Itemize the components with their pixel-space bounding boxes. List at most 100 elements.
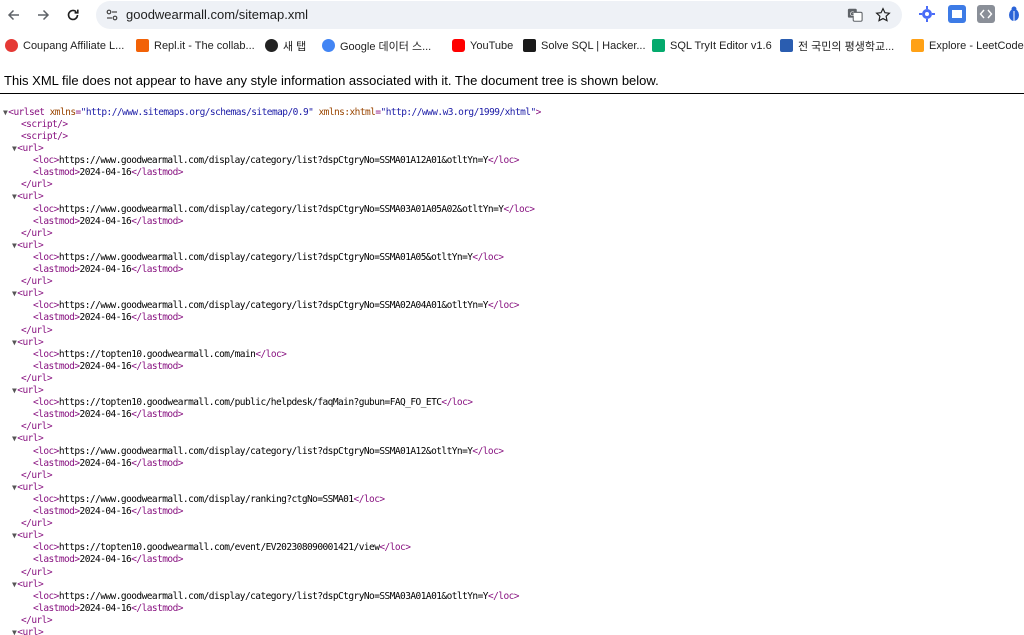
- loc-value: https://www.goodwearmall.com/display/cat…: [58, 590, 489, 602]
- bookmark-replit[interactable]: Repl.it - The collab...: [136, 37, 255, 54]
- bookmark-sql-tryit[interactable]: SQL TryIt Editor v1.6: [652, 37, 772, 54]
- xml-script-line: <script/>: [21, 131, 68, 142]
- collapse-triangle-icon[interactable]: ▼: [12, 434, 17, 443]
- xml-style-notice: This XML file does not appear to have an…: [4, 73, 659, 88]
- loc-value: https://www.goodwearmall.com/display/cat…: [58, 445, 473, 457]
- xml-lastmod-line: <lastmod>2024-04-16</lastmod>: [33, 409, 183, 421]
- collapse-triangle-icon[interactable]: ▼: [12, 628, 17, 635]
- xml-url-close-line: </url>: [21, 469, 53, 481]
- xml-url-close-line: </url>: [21, 614, 53, 626]
- xml-lastmod-line: <lastmod>2024-04-16</lastmod>: [33, 264, 183, 275]
- loc-value: https://topten10.goodwearmall.com/main: [58, 348, 256, 360]
- google-data-icon: [322, 39, 335, 52]
- collapse-triangle-icon[interactable]: ▼: [12, 580, 17, 589]
- xml-url-open-line[interactable]: ▼<url>: [12, 627, 44, 635]
- xml-lastmod-line: <lastmod>2024-04-16</lastmod>: [33, 506, 183, 517]
- school-icon: [780, 39, 793, 52]
- xml-loc-line: <loc>https://www.goodwearmall.com/displa…: [33, 155, 520, 167]
- xml-url-open-line[interactable]: ▼<url>: [12, 191, 44, 203]
- loc-value: https://topten10.goodwearmall.com/public…: [58, 397, 442, 409]
- xml-lastmod-line: <lastmod>2024-04-16</lastmod>: [33, 554, 183, 566]
- xml-url-open-line[interactable]: ▼<url>: [12, 579, 44, 591]
- arrow-right-icon: [38, 9, 50, 21]
- collapse-triangle-icon[interactable]: ▼: [12, 144, 17, 153]
- xml-url-open-line[interactable]: ▼<url>: [12, 288, 44, 300]
- back-button[interactable]: [2, 3, 26, 27]
- xml-url-open-line[interactable]: ▼<url>: [12, 337, 44, 349]
- loc-value: https://www.goodwearmall.com/display/cat…: [58, 251, 473, 263]
- bookmark-hackerrank[interactable]: Solve SQL | Hacker...: [523, 37, 646, 54]
- collapse-triangle-icon[interactable]: ▼: [3, 108, 8, 117]
- loc-value: https://www.goodwearmall.com/display/ran…: [58, 493, 354, 505]
- coupang-icon: [5, 39, 18, 52]
- xml-url-close-line: </url>: [21, 421, 53, 433]
- chrome-icon: [265, 39, 278, 52]
- xml-url-open-line[interactable]: ▼<url>: [12, 433, 44, 445]
- collapse-triangle-icon[interactable]: ▼: [12, 241, 17, 250]
- svg-text:G: G: [850, 11, 855, 18]
- xml-url-open-line[interactable]: ▼<url>: [12, 143, 44, 155]
- leetcode-icon: [911, 39, 924, 52]
- extension-gear-icon[interactable]: [918, 5, 936, 23]
- url-text[interactable]: goodwearmall.com/sitemap.xml: [126, 7, 308, 22]
- xml-loc-line: <loc>https://www.goodwearmall.com/displa…: [33, 300, 520, 312]
- lastmod-value: 2024-04-16: [79, 167, 132, 179]
- browser-toolbar: goodwearmall.com/sitemap.xml G: [0, 0, 1024, 30]
- bookmark-youtube[interactable]: YouTube: [452, 37, 513, 54]
- xml-url-open-line[interactable]: ▼<url>: [12, 240, 44, 252]
- xml-url-close-line: </url>: [21, 276, 53, 288]
- lastmod-value: 2024-04-16: [79, 554, 132, 566]
- w3schools-icon: [652, 39, 665, 52]
- xml-lastmod-line: <lastmod>2024-04-16</lastmod>: [33, 602, 183, 614]
- xml-lastmod-line: <lastmod>2024-04-16</lastmod>: [33, 215, 183, 227]
- collapse-triangle-icon[interactable]: ▼: [12, 386, 17, 395]
- bookmark-coupang[interactable]: Coupang Affiliate L...: [5, 37, 124, 54]
- lastmod-value: 2024-04-16: [79, 409, 132, 421]
- xml-url-open-line[interactable]: ▼<url>: [12, 385, 44, 397]
- bookmark-leetcode[interactable]: Explore - LeetCode: [911, 37, 1024, 54]
- youtube-icon: [452, 39, 465, 52]
- bookmark-star-icon[interactable]: [874, 6, 892, 24]
- site-info-icon[interactable]: [105, 8, 119, 22]
- collapse-triangle-icon[interactable]: ▼: [12, 483, 17, 492]
- address-bar[interactable]: goodwearmall.com/sitemap.xml G: [96, 1, 902, 29]
- extension-code-icon[interactable]: [977, 5, 995, 23]
- collapse-triangle-icon[interactable]: ▼: [12, 531, 17, 540]
- extension-bug-icon[interactable]: [1005, 5, 1023, 23]
- collapse-triangle-icon[interactable]: ▼: [12, 289, 17, 298]
- lastmod-value: 2024-04-16: [79, 457, 132, 469]
- reload-button[interactable]: [61, 3, 85, 27]
- collapse-triangle-icon[interactable]: ▼: [12, 192, 17, 201]
- xml-loc-line: <loc>https://topten10.goodwearmall.com/m…: [33, 348, 287, 360]
- lastmod-value: 2024-04-16: [79, 360, 132, 372]
- bookmark-lifelong-school[interactable]: 전 국민의 평생학교...: [780, 37, 894, 54]
- loc-value: https://www.goodwearmall.com/display/cat…: [58, 155, 489, 167]
- xml-url-open-line[interactable]: ▼<url>: [12, 530, 44, 542]
- xml-url-close-line: </url>: [21, 227, 53, 239]
- xml-loc-line: <loc>https://www.goodwearmall.com/displa…: [33, 590, 520, 602]
- xml-url-close-line: </url>: [21, 372, 53, 384]
- xml-lastmod-line: <lastmod>2024-04-16</lastmod>: [33, 312, 183, 324]
- collapse-triangle-icon[interactable]: ▼: [12, 338, 17, 347]
- reload-icon: [67, 9, 79, 21]
- lastmod-value: 2024-04-16: [79, 264, 132, 275]
- xml-root-line[interactable]: ▼<urlset xmlns="http://www.sitemaps.org/…: [3, 107, 541, 119]
- translate-icon[interactable]: G: [846, 6, 864, 24]
- forward-button[interactable]: [31, 3, 55, 27]
- loc-value: https://topten10.goodwearmall.com/event/…: [58, 542, 380, 554]
- notice-divider: [0, 93, 1024, 94]
- lastmod-value: 2024-04-16: [79, 602, 132, 614]
- xml-loc-line: <loc>https://www.goodwearmall.com/displa…: [33, 251, 504, 263]
- lastmod-value: 2024-04-16: [79, 312, 132, 324]
- xml-url-close-line: </url>: [21, 324, 53, 336]
- replit-icon: [136, 39, 149, 52]
- extension-window-icon[interactable]: [948, 5, 966, 23]
- xml-loc-line: <loc>https://topten10.goodwearmall.com/e…: [33, 542, 411, 554]
- loc-value: https://www.goodwearmall.com/display/cat…: [58, 300, 489, 312]
- xml-url-open-line[interactable]: ▼<url>: [12, 482, 44, 494]
- xml-url-close-line: </url>: [21, 566, 53, 578]
- xml-url-close-line: </url>: [21, 179, 53, 191]
- xml-lastmod-line: <lastmod>2024-04-16</lastmod>: [33, 360, 183, 372]
- bookmark-new-tab[interactable]: 새 탭: [265, 37, 306, 54]
- bookmark-google-data[interactable]: Google 데이터 스...: [322, 37, 431, 54]
